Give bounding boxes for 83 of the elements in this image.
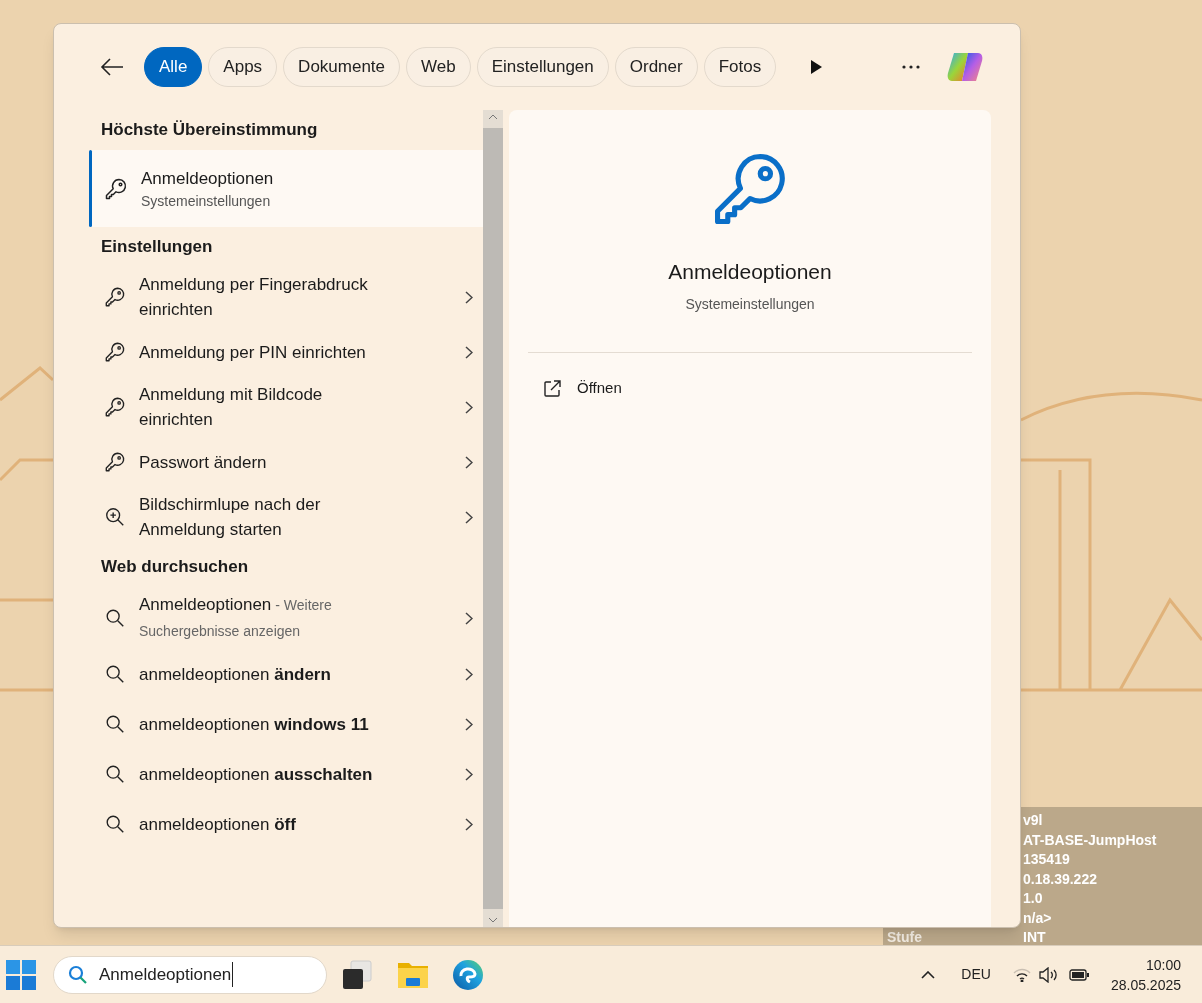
- result-title: Anmeldung per PIN einrichten: [139, 341, 367, 364]
- search-icon: [104, 763, 126, 785]
- chevron-up-icon[interactable]: [921, 970, 936, 979]
- preview-subtitle: Systemeinstellungen: [685, 294, 815, 314]
- search-text: Anmeldeoptionen: [99, 961, 234, 988]
- chevron-right-icon: [465, 717, 473, 731]
- zoom-in-icon: [104, 506, 126, 528]
- filter-tab[interactable]: Alle: [144, 47, 203, 87]
- result-item[interactable]: Anmeldung mit Bildcode einrichten: [89, 377, 483, 437]
- key-icon: [104, 341, 126, 363]
- result-title: Anmeldung mit Bildcode einrichten: [139, 384, 324, 431]
- result-title: Anmeldung per Fingerabdruck einrichten: [139, 274, 369, 321]
- result-item[interactable]: anmeldeoptionen ändern: [89, 649, 483, 699]
- filter-tab[interactable]: Dokumente: [283, 47, 401, 87]
- play-icon[interactable]: [810, 60, 823, 74]
- search-icon: [104, 813, 126, 835]
- search-icon: [68, 964, 88, 985]
- info-value: n/a>: [1023, 908, 1052, 928]
- search-icon: [104, 607, 126, 629]
- taskbar-search-field[interactable]: Anmeldeoptionen: [53, 955, 327, 994]
- section-heading: Web durchsuchen: [100, 556, 250, 579]
- search-icon: [104, 713, 126, 735]
- scroll-up-icon[interactable]: [488, 114, 498, 120]
- result-title: Passwort ändern: [139, 451, 268, 474]
- info-value: 135419: [1023, 850, 1070, 870]
- result-subtitle: Systemeinstellungen: [141, 191, 272, 211]
- back-arrow-icon[interactable]: [100, 57, 124, 77]
- battery-icon[interactable]: [1068, 968, 1089, 981]
- clock[interactable]: 10:00 28.05.2025: [1110, 954, 1181, 995]
- chevron-right-icon: [465, 667, 473, 681]
- chevron-right-icon: [465, 611, 473, 625]
- chevron-right-icon: [465, 345, 473, 359]
- result-title: Anmeldeoptionen - Weitere Suchergebnisse anzeigen: [139, 594, 333, 641]
- result-title: anmeldeoptionen ändern: [139, 663, 332, 686]
- chevron-right-icon: [465, 817, 473, 831]
- info-value: 1.0: [1023, 889, 1043, 909]
- task-view-icon[interactable]: [341, 958, 373, 991]
- result-item[interactable]: anmeldeoptionen ausschalten: [89, 749, 483, 799]
- info-value: 0.18.39.222: [1023, 869, 1097, 889]
- filter-tab[interactable]: Apps: [208, 47, 278, 87]
- language-indicator[interactable]: DEU: [961, 964, 991, 985]
- filter-tab[interactable]: Einstellungen: [476, 47, 609, 87]
- result-title: Bildschirmlupe nach der Anmeldung starten: [139, 494, 322, 541]
- result-item[interactable]: anmeldeoptionen windows 11: [89, 699, 483, 749]
- info-value: v9l: [1023, 811, 1043, 831]
- chevron-right-icon: [465, 400, 473, 414]
- result-item[interactable]: Anmeldung per PIN einrichten: [89, 327, 483, 377]
- info-label: Stufe: [886, 928, 923, 948]
- scroll-down-icon[interactable]: [488, 917, 498, 923]
- result-item[interactable]: Anmeldeoptionen - Weitere Suchergebnisse anzeigen: [89, 587, 483, 649]
- wifi-icon[interactable]: [1012, 967, 1031, 982]
- start-icon[interactable]: [6, 959, 36, 990]
- section-heading: Höchste Übereinstimmung: [100, 119, 319, 142]
- key-icon: [104, 176, 128, 201]
- key-icon: [104, 286, 126, 308]
- filter-tab[interactable]: Fotos: [703, 47, 777, 87]
- chevron-right-icon: [465, 290, 473, 304]
- chevron-right-icon: [465, 767, 473, 781]
- open-action[interactable]: Öffnen: [528, 366, 972, 411]
- result-title: anmeldeoptionen ausschalten: [139, 763, 374, 786]
- more-icon[interactable]: [902, 65, 920, 69]
- result-item[interactable]: Bildschirmlupe nach der Anmeldung starten: [89, 487, 483, 547]
- chevron-right-icon: [465, 510, 473, 524]
- result-title: anmeldeoptionen öff: [139, 813, 297, 836]
- key-icon: [104, 396, 126, 418]
- result-item[interactable]: anmeldeoptionen öff: [89, 799, 483, 849]
- section-heading: Einstellungen: [100, 236, 214, 259]
- result-item[interactable]: Anmeldeoptionen Systemeinstellungen: [89, 150, 483, 227]
- external-link-icon: [543, 379, 561, 398]
- result-title: Anmeldeoptionen: [141, 167, 275, 190]
- browser-icon[interactable]: [452, 958, 484, 991]
- preview-title: Anmeldeoptionen: [668, 259, 832, 285]
- result-item[interactable]: Passwort ändern: [89, 437, 483, 487]
- filter-tab[interactable]: Web: [406, 47, 471, 87]
- chevron-right-icon: [465, 455, 473, 469]
- result-item[interactable]: Anmeldung per Fingerabdruck einrichten: [89, 267, 483, 327]
- info-value: AT-BASE-JumpHost: [1023, 830, 1157, 850]
- result-title: anmeldeoptionen windows 11: [139, 713, 370, 736]
- key-icon: [104, 451, 126, 473]
- search-icon: [104, 663, 126, 685]
- info-value: INT: [1023, 928, 1046, 948]
- filter-tab[interactable]: Ordner: [614, 47, 698, 87]
- speaker-icon[interactable]: [1038, 966, 1059, 983]
